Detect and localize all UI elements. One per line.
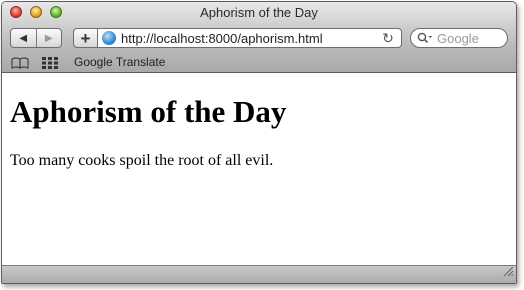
grid-icon[interactable]: [42, 56, 58, 74]
plus-icon: +: [80, 28, 91, 48]
browser-chrome: Aphorism of the Day ◀ ▶ + http://localho…: [2, 2, 516, 73]
browser-window: Aphorism of the Day ◀ ▶ + http://localho…: [1, 1, 517, 284]
search-placeholder: Google: [437, 30, 479, 46]
status-bar: [2, 264, 516, 283]
book-icon[interactable]: [11, 56, 29, 74]
bookmark-google-translate[interactable]: Google Translate: [74, 55, 165, 69]
magnifier-icon: [417, 32, 433, 44]
globe-icon: [102, 31, 116, 45]
bookmarks-bar: Google Translate: [2, 52, 516, 72]
forward-button[interactable]: ▶: [37, 29, 62, 47]
triangle-left-icon: ◀: [19, 32, 28, 44]
url-text[interactable]: http://localhost:8000/aphorism.html: [121, 31, 381, 46]
add-bookmark-button[interactable]: +: [73, 28, 98, 48]
triangle-right-icon: ▶: [44, 32, 53, 44]
search-field[interactable]: Google: [410, 28, 508, 48]
address-bar[interactable]: http://localhost:8000/aphorism.html ↻: [97, 28, 402, 48]
page-heading: Aphorism of the Day: [10, 94, 287, 129]
window-title: Aphorism of the Day: [200, 5, 318, 20]
aphorism-text: Too many cooks spoil the root of all evi…: [10, 152, 274, 169]
page-content: Aphorism of the Day Too many cooks spoil…: [2, 73, 516, 265]
resize-grip-icon[interactable]: [502, 264, 514, 282]
reload-icon[interactable]: ↻: [381, 30, 395, 47]
back-button[interactable]: ◀: [11, 29, 37, 47]
navigation-buttons: ◀ ▶: [10, 28, 62, 48]
